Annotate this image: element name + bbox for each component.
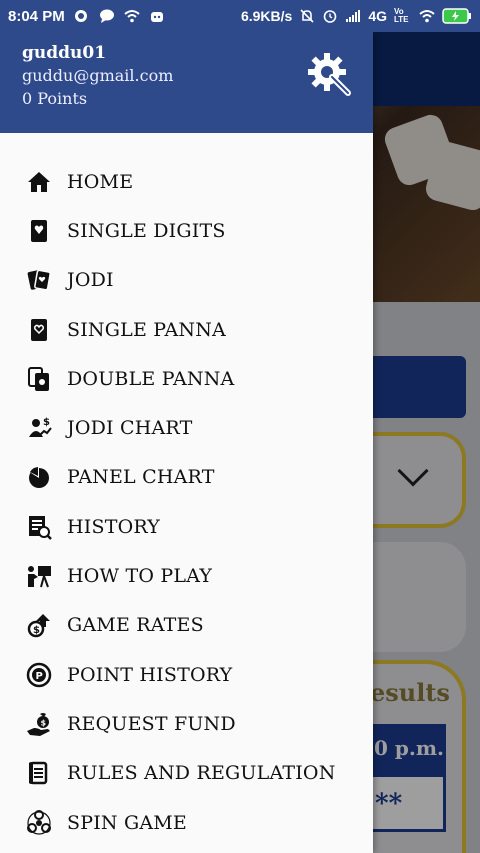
money-chart-icon: $ [29, 417, 52, 438]
menu-item-double-panna[interactable]: DOUBLE PANNA [0, 354, 373, 403]
status-time: 8:04 PM [8, 7, 65, 25]
menu-item-rules-and-regulation[interactable]: RULES AND REGULATION [0, 749, 373, 798]
menu-item-label: HOME [67, 170, 134, 193]
heart-card-icon [31, 318, 47, 341]
menu-item-home[interactable]: HOME [0, 157, 373, 206]
menu-item-label: SPIN GAME [67, 811, 187, 834]
menu-item-label: GAME RATES [67, 614, 204, 637]
card-icon [31, 219, 47, 242]
notification-icon [74, 10, 87, 22]
history-icon [29, 515, 52, 540]
menu-item-label: SINGLE PANNA [67, 318, 226, 341]
menu-item-label: DOUBLE PANNA [67, 367, 235, 390]
android-icon [150, 12, 163, 22]
fund-icon: $ [27, 712, 50, 736]
menu-item-single-digits[interactable]: SINGLE DIGITS [0, 206, 373, 255]
menu-item-label: REQUEST FUND [67, 712, 236, 735]
home-icon [28, 171, 50, 192]
status-bar: 8:04 PM 6.9KB/s 4G Vo LTE [0, 0, 480, 32]
menu-item-single-panna[interactable]: SINGLE PANNA [0, 305, 373, 354]
svg-text:$: $ [43, 417, 50, 428]
menu-item-history[interactable]: HISTORY [0, 502, 373, 551]
svg-text:$: $ [41, 718, 47, 727]
menu-item-point-history[interactable]: P POINT HISTORY [0, 650, 373, 699]
settings-icon[interactable] [305, 50, 353, 98]
menu-item-label: RULES AND REGULATION [67, 762, 336, 785]
network-speed: 6.9KB/s [240, 8, 293, 24]
wifi-signal-icon [419, 10, 435, 23]
menu-item-label: JODI [67, 269, 114, 292]
drawer-menu: HOME SINGLE DIGITS JODI SINGLE PANNA DOU… [0, 157, 373, 847]
menu-item-label: POINT HISTORY [67, 663, 233, 686]
svg-text:P: P [36, 671, 43, 682]
menu-item-request-fund[interactable]: $ REQUEST FUND [0, 699, 373, 748]
signal-icon [346, 10, 361, 22]
point-icon: P [26, 662, 52, 687]
menu-item-label: JODI CHART [67, 417, 193, 440]
cards-icon [27, 269, 51, 291]
menu-item-spin-game[interactable]: SPIN GAME [0, 798, 373, 847]
svg-text:$: $ [33, 625, 40, 636]
alarm-icon [324, 10, 337, 23]
menu-item-jodi[interactable]: JODI [0, 256, 373, 305]
wifi-icon [124, 10, 140, 23]
menu-item-panel-chart[interactable]: PANEL CHART [0, 453, 373, 502]
drawer-header: guddu01 guddu@gmail.com 0 Points [0, 32, 373, 133]
spinner-icon [27, 809, 51, 835]
menu-item-label: SINGLE DIGITS [67, 219, 226, 242]
menu-item-label: HISTORY [67, 515, 161, 538]
menu-item-game-rates[interactable]: $ GAME RATES [0, 601, 373, 650]
money-up-icon: $ [27, 614, 50, 638]
network-type: 4G [368, 8, 387, 24]
mute-icon [300, 9, 314, 23]
menu-item-jodi-chart[interactable]: $ JODI CHART [0, 403, 373, 452]
menu-item-how-to-play[interactable]: HOW TO PLAY [0, 551, 373, 600]
navigation-drawer: guddu01 guddu@gmail.com 0 Points HOME SI… [0, 32, 373, 853]
presentation-icon [28, 566, 51, 588]
chat-icon [99, 9, 114, 23]
menu-item-label: HOW TO PLAY [67, 565, 213, 588]
volte-label: Vo LTE [394, 7, 409, 24]
double-card-icon [28, 366, 49, 391]
battery-icon [442, 8, 471, 24]
rules-icon [29, 761, 48, 785]
menu-item-label: PANEL CHART [67, 466, 215, 489]
pie-chart-icon [29, 467, 49, 489]
